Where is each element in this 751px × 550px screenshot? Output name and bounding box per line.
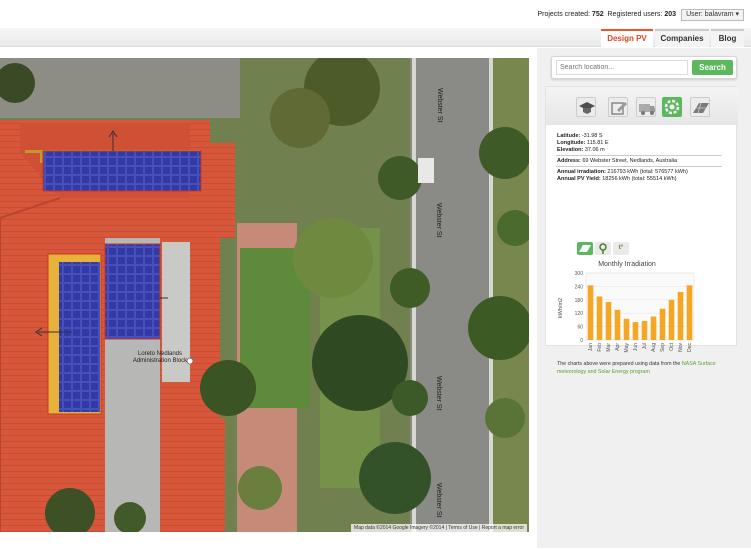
search-input[interactable]	[556, 60, 688, 75]
bar-feb[interactable]	[596, 296, 603, 340]
info-card: Latitude: -31.98 S Longitude: 115.81 E E…	[545, 86, 738, 375]
bar-dec[interactable]	[686, 285, 693, 340]
search-bar: Search	[551, 56, 737, 79]
pv-yield-row: Annual PV Yield: 18256 kWh (total: 55514…	[557, 176, 677, 182]
x-tick-label: Mar	[606, 343, 612, 352]
street-label-1: Webster St	[436, 88, 443, 123]
divider	[556, 166, 722, 167]
user-menu-label: User: balavram	[686, 11, 734, 18]
y-tick-label: 120	[575, 311, 584, 317]
x-tick-label: Oct	[669, 342, 675, 350]
pv-array-1[interactable]	[43, 151, 201, 191]
address-row: Address: 69 Webster Street, Nedlands, Au…	[557, 158, 678, 164]
bar-may[interactable]	[623, 318, 630, 340]
satellite-map[interactable]: Webster St Webster St Webster St Webster…	[0, 58, 529, 532]
bar-oct[interactable]	[668, 299, 675, 340]
panel-chart-icon[interactable]	[577, 242, 593, 255]
projects-count: 752	[591, 11, 604, 18]
top-bar: Projects created: 752 Registered users: …	[0, 0, 751, 28]
tab-design-pv[interactable]: Design PV	[601, 29, 653, 47]
street-label-2: Webster St	[435, 203, 442, 238]
users-label: Registered users:	[607, 11, 663, 18]
latitude-row: Latitude: -31.98 S	[557, 133, 603, 139]
y-tick-label: 240	[575, 284, 584, 290]
x-tick-label: May	[624, 343, 630, 353]
y-tick-label: 60	[577, 325, 583, 331]
tab-blog[interactable]: Blog	[711, 29, 744, 47]
monthly-irradiation-chart: Monthly Irradiation kWh/m2 0 60 120 180 240 3…	[558, 261, 695, 353]
chart-plot-area: 0 60 120 180 240 300 Jan Feb Mar Apr May Jun Jul Aug S…	[575, 271, 695, 353]
bar-mar[interactable]	[605, 302, 612, 340]
x-tick-label: Jan	[588, 343, 594, 351]
chevron-down-icon: ▾	[735, 11, 739, 18]
bar-jun[interactable]	[632, 322, 639, 340]
users-count: 203	[664, 11, 676, 18]
note-text: The charts above were prepared using dat…	[557, 361, 681, 367]
map-attribution[interactable]: Map data ©2014 Google Imagery ©2014 | Te…	[351, 524, 527, 532]
chart-y-label: kWh/m2	[558, 298, 564, 318]
x-tick-label: Dec	[687, 343, 693, 352]
y-tick-label: 180	[575, 298, 584, 304]
solar-panel-icon[interactable]	[690, 97, 710, 117]
longitude-value: 115.81 E	[586, 140, 609, 146]
elevation-value: 37.06 m	[584, 147, 605, 153]
x-tick-label: Jul	[642, 343, 648, 349]
map-pin-icon[interactable]	[595, 242, 611, 255]
tool-bar	[546, 87, 738, 125]
divider	[556, 155, 722, 156]
elevation-row: Elevation: 37.06 m	[557, 147, 605, 153]
bar-sep[interactable]	[659, 308, 666, 340]
user-menu-select[interactable]: User: balavram ▾	[681, 9, 744, 21]
address-value: 69 Webster Street, Nedlands, Australia	[582, 158, 678, 164]
map-imagery: Webster St Webster St Webster St Webster…	[0, 58, 529, 532]
x-tick-label: Apr	[615, 343, 621, 351]
site-stats: Projects created: 752 Registered users: …	[537, 11, 676, 18]
street-label-3: Webster St	[435, 376, 442, 411]
bar-jul[interactable]	[641, 321, 648, 340]
x-tick-label: Jun	[633, 343, 639, 351]
building-label: Loreto Nedlands Administration Block	[132, 351, 188, 364]
pv-array-3[interactable]	[105, 244, 160, 339]
longitude-row: Longitude: 115.81 E	[557, 140, 609, 146]
x-tick-label: Aug	[651, 343, 657, 352]
irradiation-row: Annual irradiation: 216793 kWh (total: 5…	[557, 169, 688, 175]
bar-jan[interactable]	[587, 285, 594, 340]
y-tick-label: 0	[580, 338, 583, 344]
truck-icon[interactable]	[636, 97, 656, 117]
chart-title: Monthly Irradiation	[598, 261, 656, 268]
bar-apr[interactable]	[614, 309, 621, 340]
side-panel: Search Latitude: -31.98 S Longitude: 115…	[537, 48, 751, 548]
x-tick-label: Feb	[597, 343, 603, 352]
x-tick-label: Nov	[678, 343, 684, 352]
edit-icon[interactable]	[608, 97, 628, 117]
latitude-value: -31.98 S	[581, 133, 603, 139]
pv-yield-value: 18256 kWh (total: 55514 kWh)	[602, 176, 677, 182]
nav-bar: Design PV Companies Blog	[0, 28, 751, 47]
projects-label: Projects created:	[537, 11, 590, 18]
pv-array-2[interactable]	[59, 262, 100, 412]
x-tick-label: Sep	[660, 343, 666, 352]
graduation-cap-icon[interactable]	[576, 97, 596, 117]
irradiation-value: 216793 kWh (total: 576577 kWh)	[607, 169, 688, 175]
street-label-4: Webster St	[435, 483, 442, 518]
bar-aug[interactable]	[650, 316, 657, 340]
y-tick-label: 300	[575, 271, 584, 277]
tab-companies[interactable]: Companies	[655, 29, 709, 47]
gear-icon[interactable]	[662, 97, 682, 117]
data-source-note: The charts above were prepared using dat…	[557, 360, 732, 376]
temperature-icon[interactable]: t°	[613, 242, 629, 255]
bar-nov[interactable]	[677, 291, 684, 340]
search-button[interactable]: Search	[692, 60, 733, 75]
